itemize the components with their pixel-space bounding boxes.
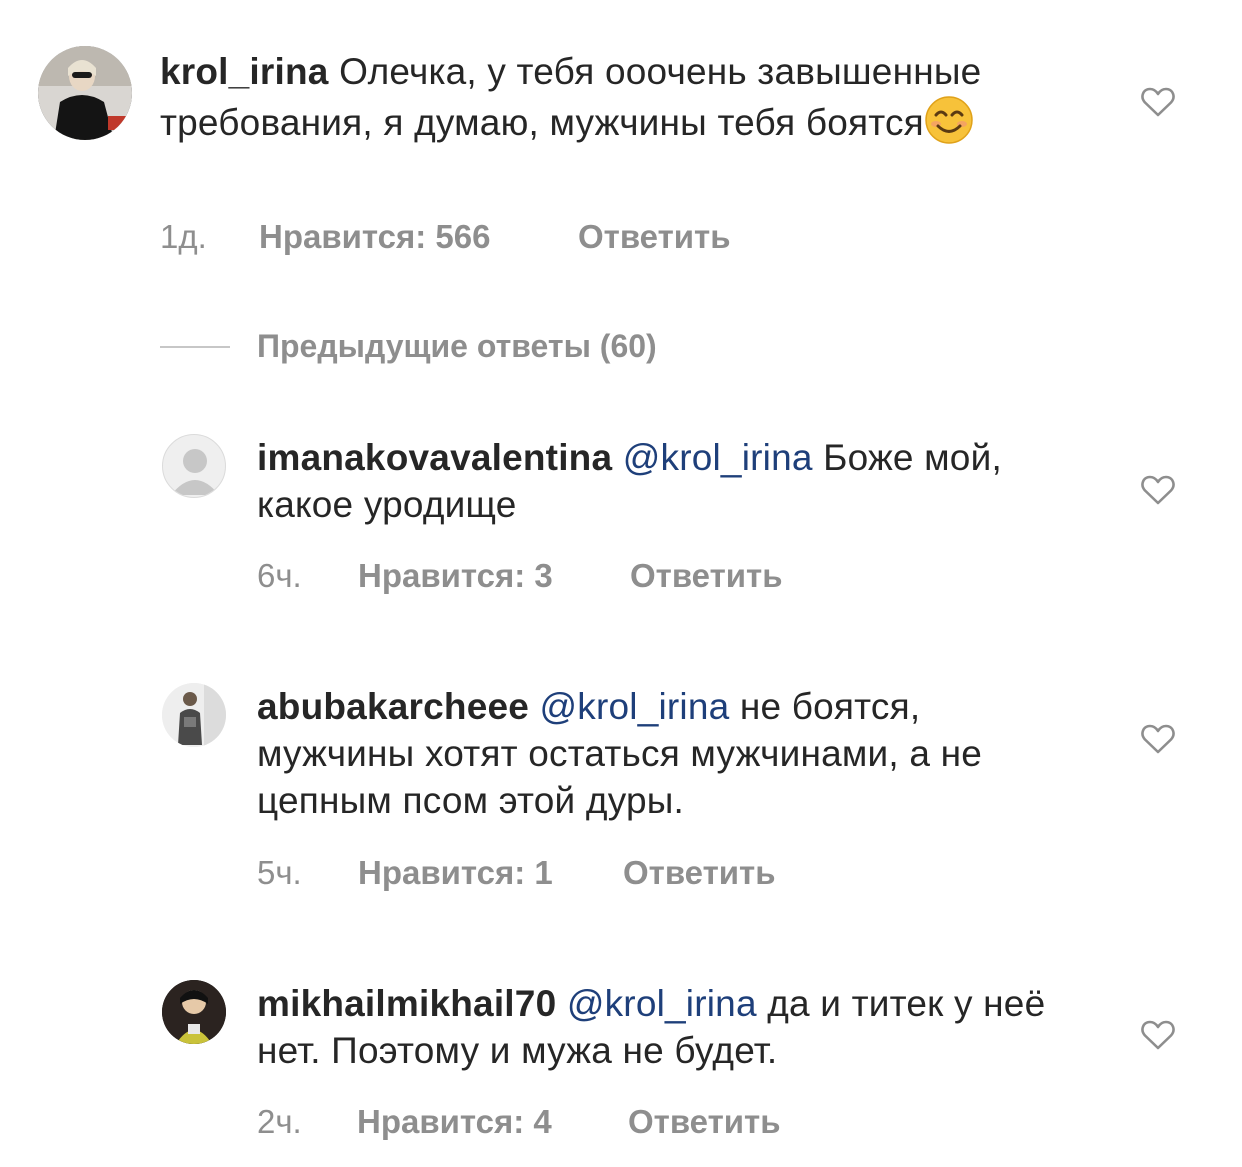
comment-username[interactable]: krol_irina <box>160 51 329 92</box>
avatar[interactable] <box>162 980 226 1044</box>
comment-time: 5ч. <box>257 854 302 891</box>
comment-likes[interactable]: Нравится: 1 <box>358 854 553 892</box>
comment-time: 1д. <box>160 218 207 255</box>
comment-text: krol_irina Олечка, у тебя ооочень завыше… <box>160 48 1100 146</box>
heart-icon[interactable] <box>1141 1020 1175 1050</box>
comment-likes[interactable]: Нравится: 4 <box>357 1103 552 1141</box>
smiling-face-emoji-icon <box>925 96 973 144</box>
reply-button[interactable]: Ответить <box>630 557 783 595</box>
profile-photo-icon <box>162 980 226 1044</box>
comment-mention[interactable]: @krol_irina <box>623 437 813 478</box>
comment-likes[interactable]: Нравится: 566 <box>259 218 490 256</box>
reply-button[interactable]: Ответить <box>578 218 731 256</box>
reply-button[interactable]: Ответить <box>623 854 776 892</box>
avatar[interactable] <box>162 683 226 747</box>
comment-likes[interactable]: Нравится: 3 <box>358 557 553 595</box>
previous-replies-button[interactable]: Предыдущие ответы (60) <box>257 328 657 365</box>
comment-username[interactable]: imanakovavalentina <box>257 437 612 478</box>
comment-text: imanakovavalentina @krol_irina Боже мой,… <box>257 434 1057 528</box>
comment-username[interactable]: abubakarcheee <box>257 686 529 727</box>
comment-time: 6ч. <box>257 557 302 594</box>
profile-photo-icon <box>38 46 132 140</box>
comment-mention[interactable]: @krol_irina <box>567 983 757 1024</box>
comment-time: 2ч. <box>257 1103 302 1140</box>
comment-text: mikhailmikhail70 @krol_irina да и титек … <box>257 980 1087 1074</box>
reply-button[interactable]: Ответить <box>628 1103 781 1141</box>
heart-icon[interactable] <box>1141 475 1175 505</box>
heart-icon[interactable] <box>1141 724 1175 754</box>
profile-photo-icon <box>162 683 226 747</box>
comment-text: abubakarcheee @krol_irina не боятся, муж… <box>257 683 1077 824</box>
comment-username[interactable]: mikhailmikhail70 <box>257 983 556 1024</box>
comment-mention[interactable]: @krol_irina <box>540 686 730 727</box>
avatar[interactable] <box>38 46 132 140</box>
avatar[interactable] <box>162 434 226 498</box>
default-avatar-icon <box>171 449 219 495</box>
replies-divider <box>160 346 230 348</box>
heart-icon[interactable] <box>1141 87 1175 117</box>
